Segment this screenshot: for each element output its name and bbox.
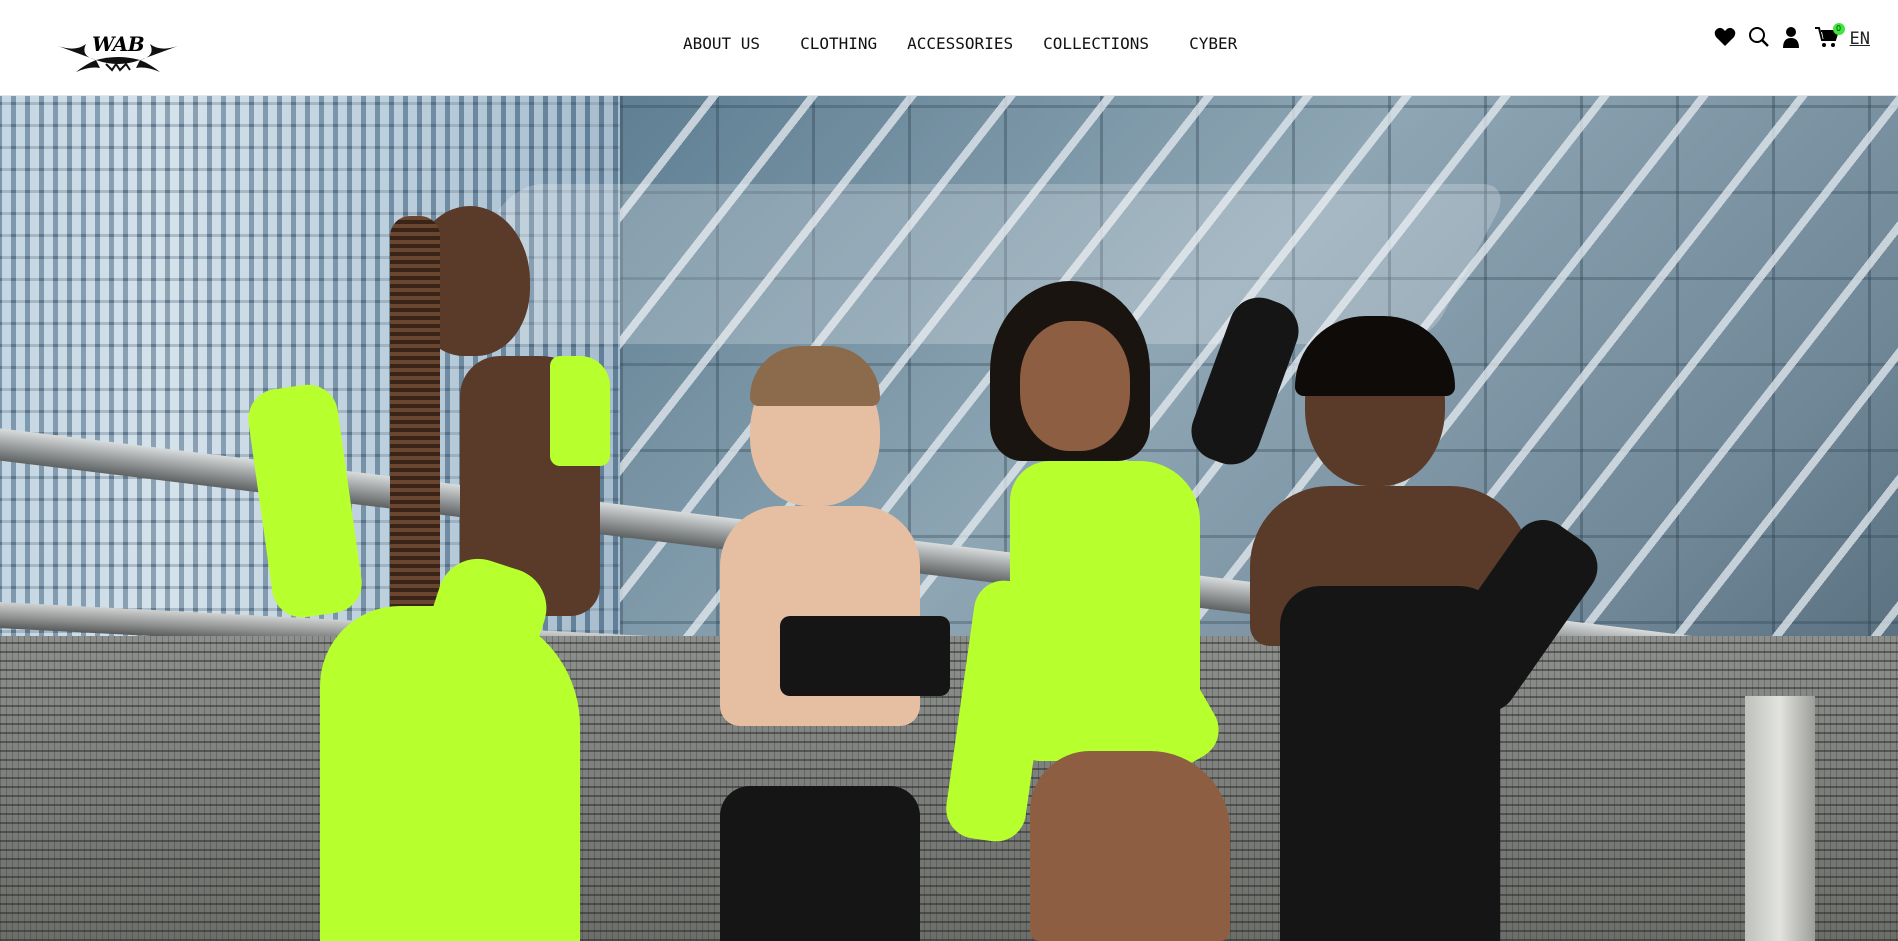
user-icon[interactable]	[1782, 26, 1800, 52]
nav-accessories[interactable]: ACCESSORIES	[907, 34, 1013, 53]
hero-model-2	[710, 346, 970, 941]
language-selector[interactable]: EN	[1850, 29, 1870, 49]
site-header: WAB ABOUT US CLOTHING ACCESSORIES COLLEC…	[0, 0, 1898, 96]
main-nav: ABOUT US CLOTHING ACCESSORIES COLLECTION…	[683, 34, 1237, 53]
nav-cyber[interactable]: CYBER	[1189, 34, 1237, 53]
logo-text: WAB	[92, 32, 145, 56]
hero-banner[interactable]	[0, 96, 1898, 941]
header-actions: 0 EN	[1702, 23, 1870, 52]
cart-count-badge: 0	[1832, 23, 1845, 35]
cart-button[interactable]: 0	[1814, 23, 1845, 52]
nav-collections[interactable]: COLLECTIONS	[1043, 34, 1149, 53]
heart-icon[interactable]	[1714, 27, 1736, 51]
hero-fence-post	[1745, 696, 1815, 941]
hero-model-1	[244, 206, 680, 941]
search-icon[interactable]	[1748, 26, 1770, 52]
nav-about-us[interactable]: ABOUT US	[683, 34, 760, 53]
brand-logo[interactable]: WAB	[56, 30, 180, 74]
nav-clothing[interactable]: CLOTHING	[800, 34, 877, 53]
hero-model-4	[1183, 289, 1710, 941]
